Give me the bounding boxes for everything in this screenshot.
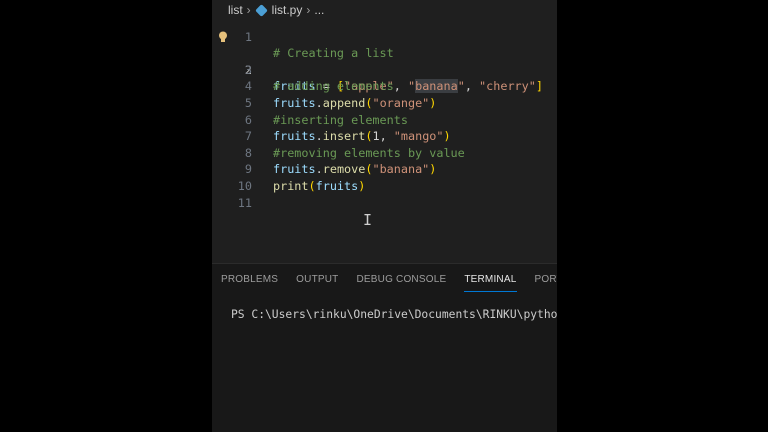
tab-terminal[interactable]: TERMINAL (455, 264, 525, 296)
code-line-active[interactable]: 2 fruits = ["apple", "banana", "cherry"] (212, 29, 557, 94)
terminal-prompt[interactable]: PS C:\Users\rinku\OneDrive\Documents\RIN… (231, 308, 557, 321)
tab-debug-console[interactable]: DEBUG CONSOLE (347, 264, 455, 296)
code-line[interactable]: 6 fruits.insert(1, "mango") (212, 95, 557, 144)
line-number: 11 (237, 195, 252, 210)
tab-output[interactable]: OUTPUT (287, 264, 347, 296)
tab-ports[interactable]: PORTS (526, 264, 558, 296)
code-line[interactable]: 3 # adding elements (212, 45, 557, 94)
code-line[interactable]: 5 #inserting elements (212, 78, 557, 127)
code-line[interactable]: 10 (212, 161, 557, 193)
code-line[interactable]: 9 print(fruits) (212, 145, 557, 193)
i-beam-cursor-icon: I (363, 211, 373, 229)
lightbulb-icon[interactable] (218, 31, 228, 43)
tab-problems[interactable]: PROBLEMS (212, 264, 287, 296)
panel-tabs: PROBLEMS OUTPUT DEBUG CONSOLE TERMINAL P… (212, 264, 557, 296)
vscode-window: list › list.py › ... 1 # Creating a list… (212, 0, 557, 432)
code-line[interactable]: 8 fruits.remove("banana") (212, 128, 557, 177)
code-editor[interactable]: 1 # Creating a list 2 fruits = ["apple",… (212, 12, 557, 262)
bottom-panel: PROBLEMS OUTPUT DEBUG CONSOLE TERMINAL P… (212, 263, 557, 432)
code-line[interactable]: 7 #removing elements by value (212, 112, 557, 160)
code-line[interactable]: 11 (212, 178, 557, 210)
code-line[interactable]: 1 # Creating a list (212, 12, 557, 61)
code-line[interactable]: 4 fruits.append("orange") (212, 62, 557, 110)
